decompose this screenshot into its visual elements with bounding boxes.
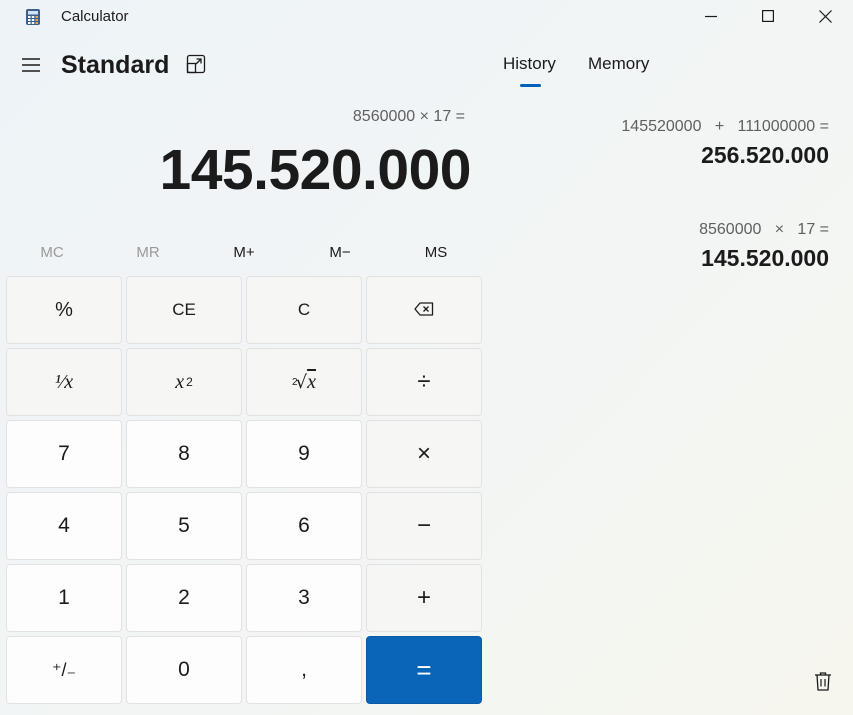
history-expression: 145520000 + 111000000 = — [621, 118, 829, 135]
memory-recall-button[interactable]: MR — [100, 236, 196, 268]
digit-4-button[interactable]: 4 — [6, 492, 122, 560]
tab-memory[interactable]: Memory — [588, 54, 649, 74]
digit-1-button[interactable]: 1 — [6, 564, 122, 632]
history-item[interactable]: 8560000 × 17 = 145.520.000 — [699, 221, 829, 272]
backspace-button[interactable] — [366, 276, 482, 344]
title-bar: Calculator — [0, 0, 853, 32]
equals-button[interactable]: = — [366, 636, 482, 704]
tab-history[interactable]: History — [503, 54, 556, 74]
history-item[interactable]: 145520000 + 111000000 = 256.520.000 — [621, 118, 829, 169]
percent-button[interactable]: % — [6, 276, 122, 344]
reciprocal-label: ¹⁄x — [54, 370, 74, 393]
memory-subtract-button[interactable]: M− — [292, 236, 388, 268]
history-expression: 8560000 × 17 = — [699, 221, 829, 238]
expression-display: 8560000 × 17 = — [352, 108, 465, 125]
hamburger-icon — [21, 57, 41, 78]
memory-store-button[interactable]: MS — [388, 236, 484, 268]
digit-6-button[interactable]: 6 — [246, 492, 362, 560]
backspace-icon — [414, 299, 434, 322]
window-title: Calculator — [61, 8, 129, 25]
memory-add-button[interactable]: M+ — [196, 236, 292, 268]
square-root-button[interactable]: 2 √ x — [246, 348, 362, 416]
digit-2-button[interactable]: 2 — [126, 564, 242, 632]
digit-7-button[interactable]: 7 — [6, 420, 122, 488]
digit-3-button[interactable]: 3 — [246, 564, 362, 632]
trash-icon — [814, 671, 832, 696]
keep-on-top-icon — [186, 54, 206, 79]
divide-button[interactable]: ÷ — [366, 348, 482, 416]
memory-controls: MC MR M+ M− MS — [4, 236, 484, 268]
subtract-button[interactable]: − — [366, 492, 482, 560]
square-button[interactable]: x2 — [126, 348, 242, 416]
memory-clear-button[interactable]: MC — [4, 236, 100, 268]
multiply-button[interactable]: × — [366, 420, 482, 488]
maximize-icon — [762, 10, 774, 22]
history-result: 256.520.000 — [701, 142, 829, 168]
digit-5-button[interactable]: 5 — [126, 492, 242, 560]
navigation-menu-button[interactable] — [16, 52, 46, 82]
minimize-icon — [705, 10, 717, 22]
close-icon — [818, 9, 832, 23]
keep-on-top-button[interactable] — [183, 53, 209, 79]
maximize-button[interactable] — [745, 0, 791, 32]
history-result: 145.520.000 — [701, 245, 829, 271]
digit-9-button[interactable]: 9 — [246, 420, 362, 488]
clear-entry-button[interactable]: CE — [126, 276, 242, 344]
add-button[interactable]: + — [366, 564, 482, 632]
close-button[interactable] — [802, 0, 848, 32]
clear-history-button[interactable] — [810, 670, 836, 696]
calculator-app-icon — [25, 8, 41, 26]
root-variable-label: x — [307, 370, 316, 393]
negate-button[interactable]: ⁺/₋ — [6, 636, 122, 704]
root-symbol-label: √ — [295, 371, 308, 393]
decimal-separator-button[interactable]: , — [246, 636, 362, 704]
square-exponent-label: 2 — [186, 375, 193, 389]
clear-button[interactable]: C — [246, 276, 362, 344]
reciprocal-button[interactable]: ¹⁄x — [6, 348, 122, 416]
square-base-label: x — [175, 370, 185, 393]
tab-selected-indicator — [520, 84, 541, 87]
minimize-button[interactable] — [688, 0, 734, 32]
digit-0-button[interactable]: 0 — [126, 636, 242, 704]
digit-8-button[interactable]: 8 — [126, 420, 242, 488]
calculator-mode-title: Standard — [61, 51, 170, 79]
result-display: 145.520.000 — [159, 138, 472, 202]
